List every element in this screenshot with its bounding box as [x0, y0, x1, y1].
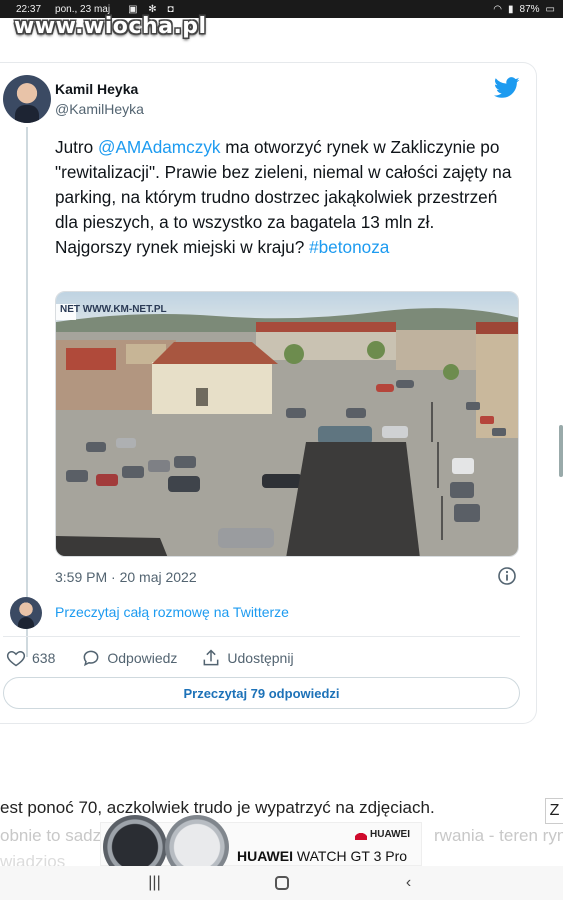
notification-icons: ▣ ✻ ◘ — [128, 3, 178, 15]
hashtag-link[interactable]: #betonoza — [309, 237, 389, 257]
town-square-photo — [56, 292, 518, 556]
twitter-bird-icon[interactable] — [494, 77, 520, 99]
ad-banner[interactable]: HUAWEI HUAWEI WATCH GT 3 Pro — [100, 815, 422, 879]
tweet-text: Jutro @AMAdamczyk ma otworzyć rynek w Za… — [55, 135, 515, 260]
share-label: Udostępnij — [227, 650, 294, 666]
author-avatar[interactable] — [3, 75, 51, 123]
back-icon[interactable]: ‹ — [399, 874, 419, 892]
ad-brand-text: HUAWEI — [370, 829, 410, 840]
article-caption: est ponoć 70, aczkolwiek trudo je wypatr… — [0, 798, 435, 817]
huawei-logo-icon — [355, 829, 367, 840]
ad-product-name: WATCH GT 3 Pro — [293, 848, 408, 864]
status-time: 22:37 — [16, 3, 42, 15]
tweet-timestamp[interactable]: 3:59 PM · 20 maj 2022 — [55, 569, 197, 585]
ad-brand: HUAWEI — [355, 829, 410, 840]
status-date: pon., 23 maj — [55, 3, 111, 15]
read-replies-button[interactable]: Przeczytaj 79 odpowiedzi — [3, 677, 520, 709]
signal-icon: ▮ — [508, 3, 514, 15]
tweet-text-prefix: Jutro — [55, 137, 98, 157]
author-name[interactable]: Kamil Heyka — [55, 81, 138, 97]
ad-product-brand: HUAWEI — [237, 848, 293, 864]
reply-bubble-icon — [83, 650, 99, 667]
reply-button[interactable]: Odpowiedz — [81, 648, 177, 668]
battery-percent: 87% — [519, 3, 540, 15]
share-button[interactable]: Udostępnij — [201, 648, 294, 668]
reply-label: Odpowiedz — [107, 650, 178, 666]
author-handle[interactable]: @KamilHeyka — [55, 101, 144, 117]
side-tab[interactable]: Z — [545, 798, 563, 824]
tweet-photo[interactable]: NET WWW.KM-NET.PL — [55, 291, 519, 557]
home-icon[interactable] — [274, 876, 289, 890]
mention-link[interactable]: @AMAdamczyk — [98, 137, 221, 157]
ad-product: HUAWEI WATCH GT 3 Pro — [237, 848, 407, 864]
like-button[interactable]: 638 — [6, 648, 55, 668]
recents-icon[interactable]: ||| — [145, 874, 165, 892]
photo-watermark: NET WWW.KM-NET.PL — [60, 304, 167, 315]
article-faded-line-right: rwania - teren ryn — [434, 826, 563, 845]
edge-panel-handle[interactable] — [559, 425, 563, 477]
divider — [3, 636, 520, 637]
tweet-card[interactable]: Kamil Heyka @KamilHeyka Jutro @AMAdamczy… — [0, 62, 537, 724]
tweet-actions: 638 Odpowiedz Udostępnij — [6, 647, 294, 669]
like-count: 638 — [32, 650, 56, 666]
thread-line — [26, 127, 28, 657]
reply-avatar — [10, 597, 42, 629]
read-conversation-link[interactable]: Przeczytaj całą rozmowę na Twitterze — [55, 604, 289, 620]
battery-icon: ▭ — [545, 3, 555, 15]
heart-icon — [6, 650, 26, 667]
info-icon[interactable] — [497, 566, 517, 586]
wifi-icon: ◠ — [493, 3, 503, 15]
article-faded-line: obnie to sadz — [0, 826, 102, 845]
navigation-bar: ||| ‹ — [0, 866, 563, 900]
share-icon — [203, 649, 219, 666]
site-watermark: www.wiocha.pl — [14, 14, 207, 39]
status-right: ◠ ▮ 87% ▭ — [493, 4, 555, 15]
